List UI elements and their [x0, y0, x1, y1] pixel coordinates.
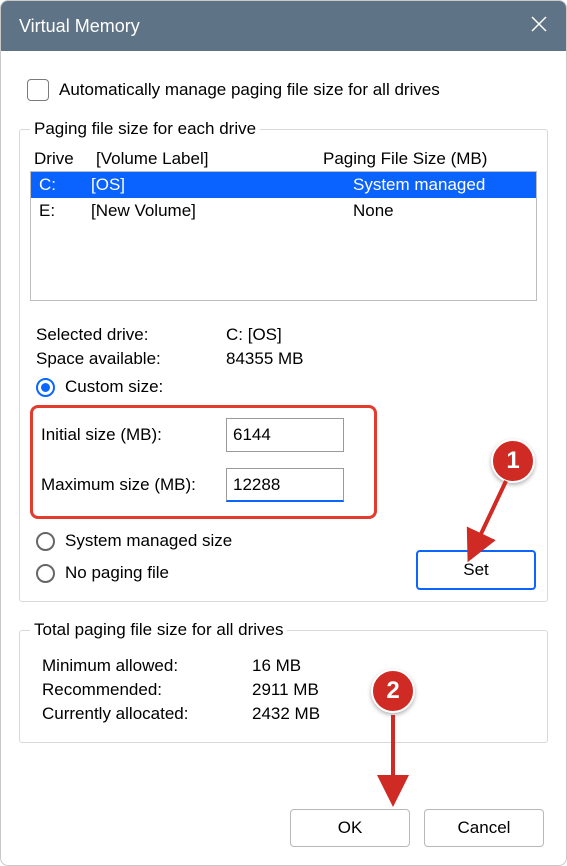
drive-size: System managed — [353, 175, 528, 195]
drive-label: [OS] — [91, 175, 353, 195]
radio-no-paging[interactable] — [36, 564, 55, 583]
radio-system-label: System managed size — [65, 531, 232, 551]
currently-allocated-value: 2432 MB — [252, 704, 525, 724]
auto-manage-checkbox[interactable] — [27, 79, 49, 101]
min-allowed-label: Minimum allowed: — [42, 656, 252, 676]
space-available-label: Space available: — [36, 349, 226, 369]
radio-system-managed[interactable] — [36, 532, 55, 551]
annotation-highlight: Initial size (MB): Maximum size (MB): — [30, 405, 377, 519]
ok-button[interactable]: OK — [290, 809, 410, 847]
title-bar: Virtual Memory — [1, 1, 566, 51]
radio-no-paging-label: No paging file — [65, 563, 169, 583]
close-icon[interactable] — [530, 15, 548, 38]
drive-letter: E: — [39, 201, 91, 221]
recommended-value: 2911 MB — [252, 680, 525, 700]
maximum-size-input[interactable] — [226, 468, 344, 502]
min-allowed-value: 16 MB — [252, 656, 525, 676]
drives-legend: Paging file size for each drive — [30, 119, 260, 139]
recommended-label: Recommended: — [42, 680, 252, 700]
window-title: Virtual Memory — [19, 16, 140, 37]
drives-group: Paging file size for each drive Drive [V… — [19, 119, 548, 602]
totals-group: Total paging file size for all drives Mi… — [19, 620, 548, 743]
drive-size: None — [353, 201, 528, 221]
totals-legend: Total paging file size for all drives — [30, 620, 287, 640]
drive-letter: C: — [39, 175, 91, 195]
hdr-size: Paging File Size (MB) — [323, 149, 533, 169]
selected-drive-label: Selected drive: — [36, 325, 226, 345]
list-item[interactable]: E: [New Volume] None — [31, 198, 536, 224]
set-button[interactable]: Set — [416, 550, 536, 590]
radio-custom-size[interactable] — [36, 378, 55, 397]
drives-header: Drive [Volume Label] Paging File Size (M… — [30, 145, 537, 171]
space-available-value: 84355 MB — [226, 349, 531, 369]
currently-allocated-label: Currently allocated: — [42, 704, 252, 724]
initial-size-input[interactable] — [226, 418, 344, 452]
list-item[interactable]: C: [OS] System managed — [31, 172, 536, 198]
cancel-button[interactable]: Cancel — [424, 809, 544, 847]
maximum-size-label: Maximum size (MB): — [41, 475, 226, 495]
initial-size-label: Initial size (MB): — [41, 425, 226, 445]
hdr-label: [Volume Label] — [96, 149, 323, 169]
drive-label: [New Volume] — [91, 201, 353, 221]
selected-drive-value: C: [OS] — [226, 325, 531, 345]
hdr-drive: Drive — [34, 149, 96, 169]
drives-listbox[interactable]: C: [OS] System managed E: [New Volume] N… — [30, 171, 537, 301]
radio-custom-label: Custom size: — [65, 377, 163, 397]
auto-manage-label: Automatically manage paging file size fo… — [59, 80, 440, 100]
